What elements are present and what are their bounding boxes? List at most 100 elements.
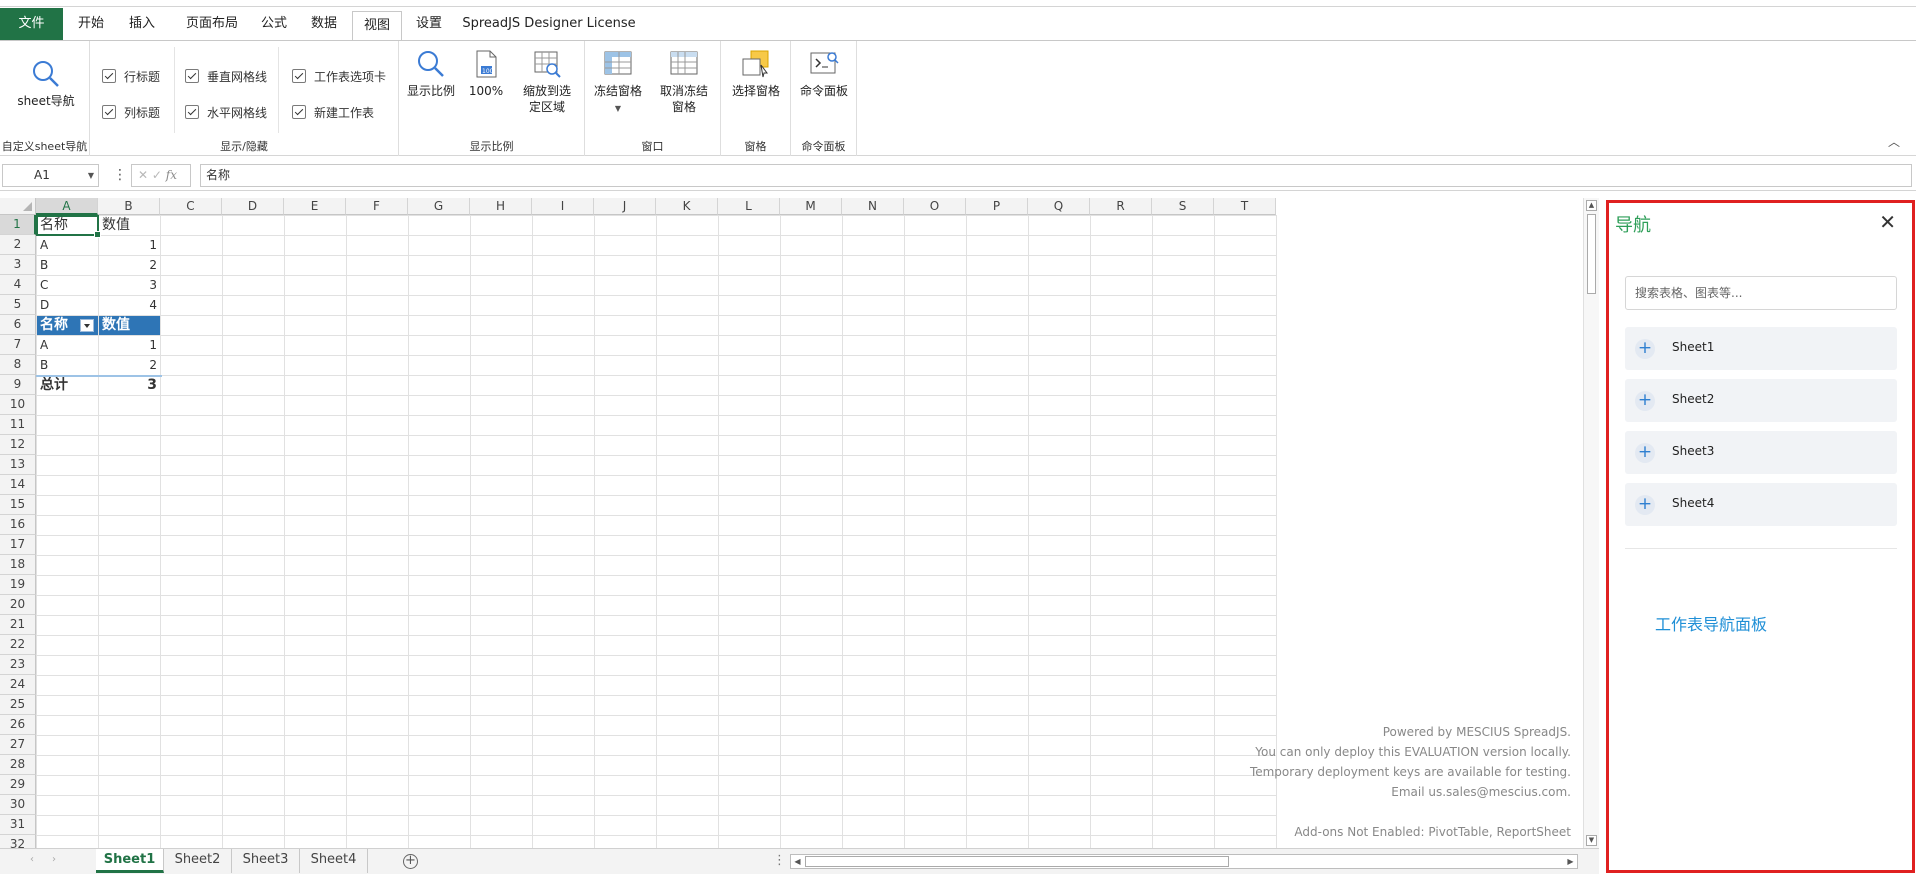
row-header-30[interactable]: 30: [0, 795, 36, 815]
column-header-k[interactable]: K: [656, 198, 718, 215]
name-box[interactable]: A1 ▼: [2, 164, 99, 187]
close-icon[interactable]: ✕: [1879, 210, 1896, 234]
new-sheet-checkbox[interactable]: 新建工作表: [292, 103, 374, 121]
tab-file[interactable]: 文件: [0, 8, 63, 40]
sheet-tab-sheet3[interactable]: Sheet3: [232, 849, 300, 873]
row-header-19[interactable]: 19: [0, 575, 36, 595]
row-header-12[interactable]: 12: [0, 435, 36, 455]
next-sheet-icon[interactable]: ›: [52, 854, 56, 865]
column-header-l[interactable]: L: [718, 198, 780, 215]
cell-a9[interactable]: 总计: [37, 376, 98, 395]
row-header-10[interactable]: 10: [0, 395, 36, 415]
tab-settings[interactable]: 设置: [408, 8, 450, 40]
column-header-s[interactable]: S: [1152, 198, 1214, 215]
row-header-7[interactable]: 7: [0, 335, 36, 355]
row-header-17[interactable]: 17: [0, 535, 36, 555]
zoom-100-button[interactable]: 100 100%: [463, 49, 509, 99]
column-header-j[interactable]: J: [594, 198, 656, 215]
more-options-icon[interactable]: ⋮: [113, 165, 127, 185]
col-header-checkbox[interactable]: 列标题: [102, 103, 160, 121]
tab-formulas[interactable]: 公式: [253, 8, 295, 40]
tab-data[interactable]: 数据: [303, 8, 345, 40]
horizontal-scrollbar[interactable]: ◀ ▶: [790, 854, 1578, 869]
add-sheet-icon[interactable]: +: [403, 854, 418, 869]
sheet-tab-sheet4[interactable]: Sheet4: [300, 849, 368, 873]
row-header-8[interactable]: 8: [0, 355, 36, 375]
fx-icon[interactable]: fx: [166, 168, 177, 182]
column-header-m[interactable]: M: [780, 198, 842, 215]
plus-icon[interactable]: +: [1635, 495, 1655, 515]
vertical-scroll-thumb[interactable]: [1587, 214, 1596, 294]
column-header-p[interactable]: P: [966, 198, 1028, 215]
row-header-18[interactable]: 18: [0, 555, 36, 575]
row-header-5[interactable]: 5: [0, 295, 36, 315]
plus-icon[interactable]: +: [1635, 339, 1655, 359]
scroll-up-icon[interactable]: ▲: [1586, 200, 1597, 211]
row-header-27[interactable]: 27: [0, 735, 36, 755]
row-header-2[interactable]: 2: [0, 235, 36, 255]
scroll-down-icon[interactable]: ▼: [1586, 835, 1597, 846]
horizontal-scroll-thumb[interactable]: [805, 856, 1229, 867]
cell-a2[interactable]: A: [37, 236, 98, 255]
cell-a7[interactable]: A: [37, 336, 98, 355]
panel-item-sheet2[interactable]: + Sheet2: [1625, 379, 1897, 422]
cell-b7[interactable]: 1: [99, 336, 160, 355]
cell-a4[interactable]: C: [37, 276, 98, 295]
cell-b2[interactable]: 1: [99, 236, 160, 255]
row-header-28[interactable]: 28: [0, 755, 36, 775]
unfreeze-panes-button[interactable]: 取消冻结 窗格: [652, 49, 716, 115]
sheet-tabs-checkbox[interactable]: 工作表选项卡: [292, 67, 386, 85]
zoom-to-selection-button[interactable]: 缩放到选 定区域: [515, 49, 579, 115]
cell-b6[interactable]: 数值: [99, 316, 160, 335]
row-header-4[interactable]: 4: [0, 275, 36, 295]
table-filter-dropdown-icon[interactable]: [80, 319, 94, 332]
selection-pane-button[interactable]: 选择窗格: [724, 49, 788, 99]
row-header-32[interactable]: 32: [0, 835, 36, 848]
column-header-h[interactable]: H: [470, 198, 532, 215]
cell-b8[interactable]: 2: [99, 356, 160, 375]
column-header-b[interactable]: B: [98, 198, 160, 215]
vertical-gridlines-checkbox[interactable]: 垂直网格线: [185, 67, 267, 85]
command-panel-button[interactable]: 命令面板: [794, 49, 854, 99]
row-header-14[interactable]: 14: [0, 475, 36, 495]
cell-a5[interactable]: D: [37, 296, 98, 315]
sheet-tab-sheet1[interactable]: Sheet1: [96, 849, 164, 873]
cell-b5[interactable]: 4: [99, 296, 160, 315]
column-header-f[interactable]: F: [346, 198, 408, 215]
row-header-21[interactable]: 21: [0, 615, 36, 635]
panel-item-sheet3[interactable]: + Sheet3: [1625, 431, 1897, 474]
column-header-e[interactable]: E: [284, 198, 346, 215]
cell-b1[interactable]: 数值: [99, 216, 160, 235]
row-header-1[interactable]: 1: [0, 215, 36, 235]
panel-item-sheet1[interactable]: + Sheet1: [1625, 327, 1897, 370]
sheet-nav-button[interactable]: sheet导航: [10, 59, 82, 109]
column-header-g[interactable]: G: [408, 198, 470, 215]
column-header-c[interactable]: C: [160, 198, 222, 215]
row-header-15[interactable]: 15: [0, 495, 36, 515]
row-header-25[interactable]: 25: [0, 695, 36, 715]
tab-designer-license[interactable]: SpreadJS Designer License: [462, 8, 636, 40]
column-header-q[interactable]: Q: [1028, 198, 1090, 215]
row-header-3[interactable]: 3: [0, 255, 36, 275]
row-header-6[interactable]: 6: [0, 315, 36, 335]
tab-home[interactable]: 开始: [70, 8, 112, 40]
horizontal-gridlines-checkbox[interactable]: 水平网格线: [185, 103, 267, 121]
prev-sheet-icon[interactable]: ‹: [30, 854, 34, 865]
tab-splitter-icon[interactable]: ⋮: [773, 853, 786, 868]
tab-page-layout[interactable]: 页面布局: [177, 8, 247, 40]
panel-search-input[interactable]: 搜索表格、图表等...: [1625, 276, 1897, 310]
formula-input[interactable]: 名称: [200, 164, 1912, 187]
panel-item-sheet4[interactable]: + Sheet4: [1625, 483, 1897, 526]
plus-icon[interactable]: +: [1635, 391, 1655, 411]
row-header-checkbox[interactable]: 行标题: [102, 67, 160, 85]
column-header-n[interactable]: N: [842, 198, 904, 215]
row-header-31[interactable]: 31: [0, 815, 36, 835]
column-header-i[interactable]: I: [532, 198, 594, 215]
cell-b4[interactable]: 3: [99, 276, 160, 295]
cell-a8[interactable]: B: [37, 356, 98, 375]
tab-view[interactable]: 视图: [352, 11, 402, 41]
column-header-d[interactable]: D: [222, 198, 284, 215]
row-header-26[interactable]: 26: [0, 715, 36, 735]
column-header-t[interactable]: T: [1214, 198, 1276, 215]
scroll-left-icon[interactable]: ◀: [792, 856, 803, 867]
